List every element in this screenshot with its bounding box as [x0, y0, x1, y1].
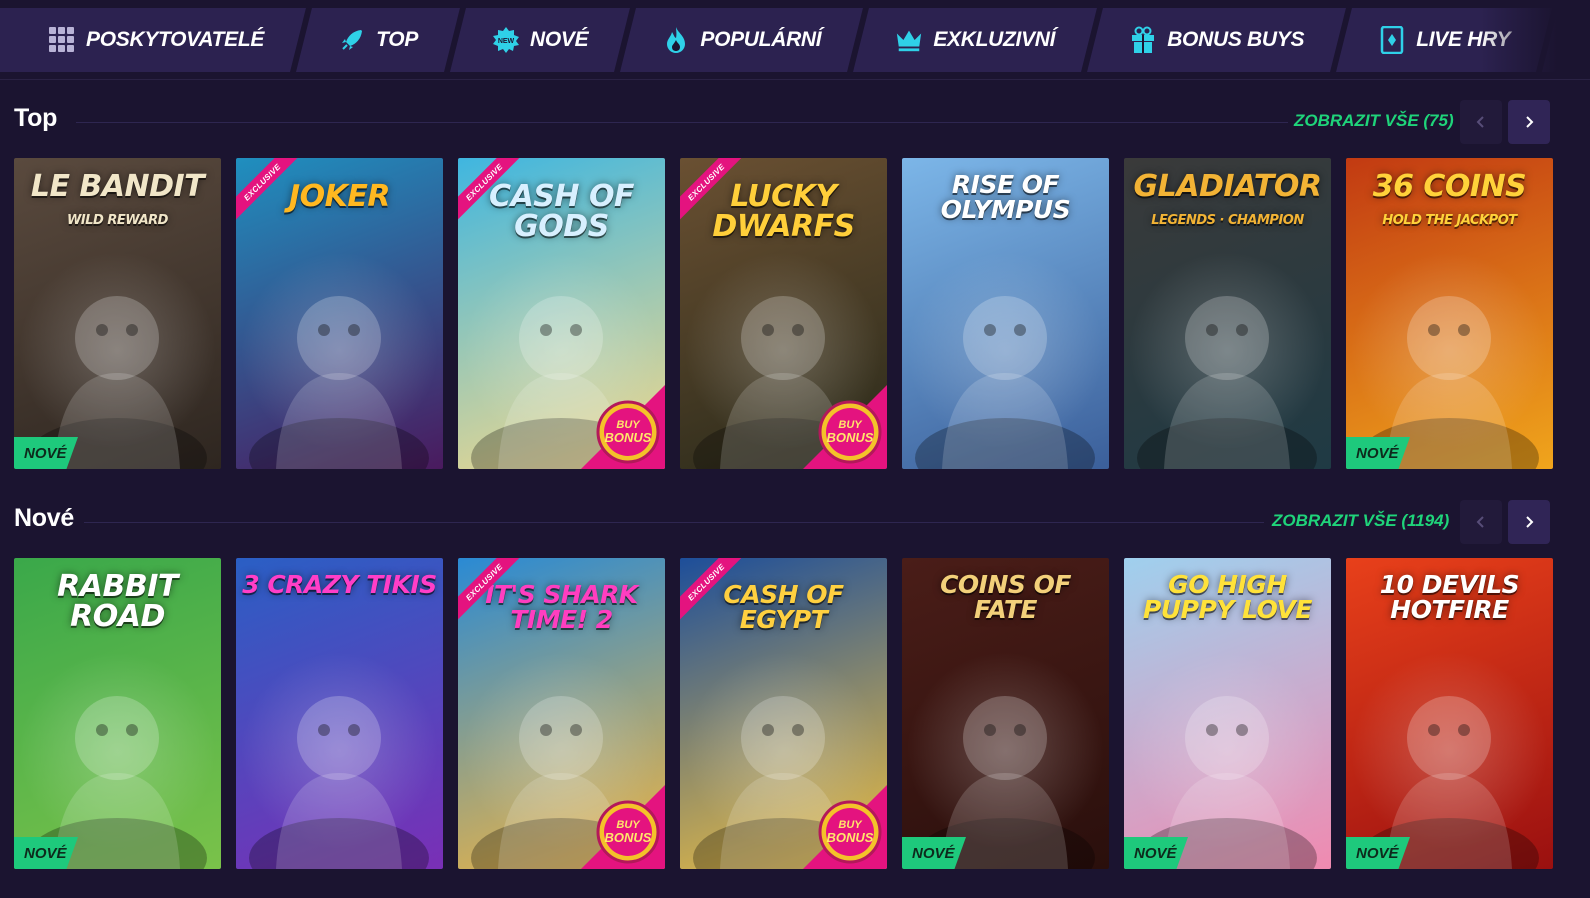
game-title: 36 COINS [1372, 169, 1527, 204]
nav-item-poskytovatelé[interactable]: POSKYTOVATELÉ [14, 8, 298, 72]
bonus-buy-badge: BUYBONUS [818, 800, 882, 864]
game-card[interactable]: 3 CRAZY TIKIS [236, 558, 443, 869]
game-character-art [1137, 296, 1317, 469]
next-button[interactable] [1508, 500, 1550, 544]
new-badge-text: NEW [498, 38, 515, 45]
section-header: Nové ZOBRAZIT VŠE (1194) [14, 498, 1576, 546]
game-title: GLADIATOR [1133, 169, 1322, 204]
game-card[interactable]: JOKER EXCLUSIVE [236, 158, 443, 469]
nav-item-label: TOP [376, 28, 419, 51]
rocket-icon [338, 26, 366, 54]
game-title: COINS OF FATE [940, 570, 1071, 624]
game-title: LE BANDIT [30, 169, 205, 204]
game-card[interactable]: LUCKY DWARFS EXCLUSIVE BUY BONUS [680, 158, 887, 469]
bonus-buy-bottom-text: BONUS [605, 830, 652, 845]
game-card[interactable]: LE BANDIT WILD REWARD NOVÉ [14, 158, 221, 469]
nav-fade-overlay [1480, 0, 1590, 79]
game-row: LE BANDIT WILD REWARD NOVÉ JOKER EXCLUSIVE CA… [14, 158, 1553, 469]
new-badge-icon: NEW [492, 26, 520, 54]
flame-icon [662, 26, 690, 54]
section-divider [84, 522, 1264, 523]
chevron-left-icon [1476, 116, 1484, 128]
chevron-left-icon [1476, 516, 1484, 528]
bonus-buy-bottom-text: BONUS [827, 830, 874, 845]
nav-item-label: EXKLUZIVNÍ [933, 28, 1056, 51]
game-card[interactable]: 36 COINS HOLD THE JACKPOT NOVÉ [1346, 158, 1553, 469]
game-title: CASH OF GODS [489, 179, 634, 244]
nav-item-exkluzivní[interactable]: EXKLUZIVNÍ [861, 8, 1089, 72]
game-subtitle: LEGENDS · CHAMPION [1151, 213, 1304, 228]
game-row: RABBIT ROAD NOVÉ 3 CRAZY TIKIS IT'S SHARK T… [14, 558, 1553, 869]
game-subtitle: HOLD THE JACKPOT [1382, 213, 1517, 228]
game-card[interactable]: RISE OF OLYMPUS [902, 158, 1109, 469]
game-title: 3 CRAZY TIKIS [242, 570, 437, 599]
section-header: Top ZOBRAZIT VŠE (75) [14, 98, 1576, 146]
game-card[interactable]: GLADIATOR LEGENDS · CHAMPION [1124, 158, 1331, 469]
nav-item-label: POPULÁRNÍ [700, 28, 822, 51]
nav-item-bonus-buys[interactable]: BONUS BUYS [1095, 8, 1338, 72]
section-divider [76, 122, 1288, 123]
chevron-right-icon [1526, 116, 1534, 128]
game-character-art [1359, 296, 1539, 469]
section-title: Top [14, 104, 58, 132]
gift-icon [1129, 26, 1157, 54]
game-character-art [249, 696, 429, 869]
category-nav-track: POSKYTOVATELÉ TOP NEW NOVÉ POPULÁRNÍ EXKLUZIV… [14, 8, 1590, 72]
chevron-right-icon [1526, 516, 1534, 528]
bonus-buy-badge: BUYBONUS [818, 400, 882, 464]
crown-icon [895, 26, 923, 54]
game-card[interactable]: RABBIT ROAD NOVÉ [14, 558, 221, 869]
game-card[interactable]: CASH OF GODS EXCLUSIVE BUY BONUS [458, 158, 665, 469]
section-title: Nové [14, 504, 74, 532]
game-title: RISE OF OLYMPUS [940, 170, 1071, 224]
nav-item-top[interactable]: TOP [304, 8, 452, 72]
prev-button[interactable] [1460, 100, 1502, 144]
category-nav: POSKYTOVATELÉ TOP NEW NOVÉ POPULÁRNÍ EXKLUZIV… [0, 0, 1590, 80]
grid-icon [48, 26, 76, 54]
game-title: GO HIGH PUPPY LOVE [1143, 570, 1312, 624]
game-title: IT'S SHARK TIME! 2 [485, 580, 638, 634]
game-card[interactable]: IT'S SHARK TIME! 2 EXCLUSIVE BUY BONUS [458, 558, 665, 869]
nav-item-nové[interactable]: NEW NOVÉ [458, 8, 622, 72]
bonus-buy-badge: BUYBONUS [596, 800, 660, 864]
view-all-link[interactable]: ZOBRAZIT VŠE (75) [1294, 111, 1454, 131]
bonus-buy-bottom-text: BONUS [827, 430, 874, 445]
next-button[interactable] [1508, 100, 1550, 144]
game-title: JOKER [288, 179, 391, 214]
nav-item-label: POSKYTOVATELÉ [86, 28, 265, 51]
bonus-buy-bottom-text: BONUS [605, 430, 652, 445]
game-title: LUCKY DWARFS [712, 179, 855, 244]
nav-item-label: NOVÉ [530, 28, 589, 51]
prev-button[interactable] [1460, 500, 1502, 544]
section-top: Top ZOBRAZIT VŠE (75) LE BANDIT WILD REWA… [14, 98, 1576, 469]
game-character-art [27, 296, 207, 469]
game-card[interactable]: COINS OF FATE NOVÉ [902, 558, 1109, 869]
nav-item-populární[interactable]: POPULÁRNÍ [628, 8, 855, 72]
game-subtitle: WILD REWARD [67, 213, 168, 228]
nav-item-label: BONUS BUYS [1167, 28, 1305, 51]
game-card[interactable]: GO HIGH PUPPY LOVE NOVÉ [1124, 558, 1331, 869]
game-title: CASH OF EGYPT [723, 580, 844, 634]
section-new: Nové ZOBRAZIT VŠE (1194) RABBIT ROAD NOVÉ… [14, 498, 1576, 869]
game-title: RABBIT ROAD [57, 569, 178, 634]
view-all-link[interactable]: ZOBRAZIT VŠE (1194) [1272, 511, 1449, 531]
game-card[interactable]: CASH OF EGYPT EXCLUSIVE BUY BONUS [680, 558, 887, 869]
game-title: 10 DEVILS HOTFIRE [1379, 570, 1520, 624]
game-card[interactable]: 10 DEVILS HOTFIRE NOVÉ [1346, 558, 1553, 869]
bonus-buy-badge: BUYBONUS [596, 400, 660, 464]
card-icon [1378, 26, 1406, 54]
